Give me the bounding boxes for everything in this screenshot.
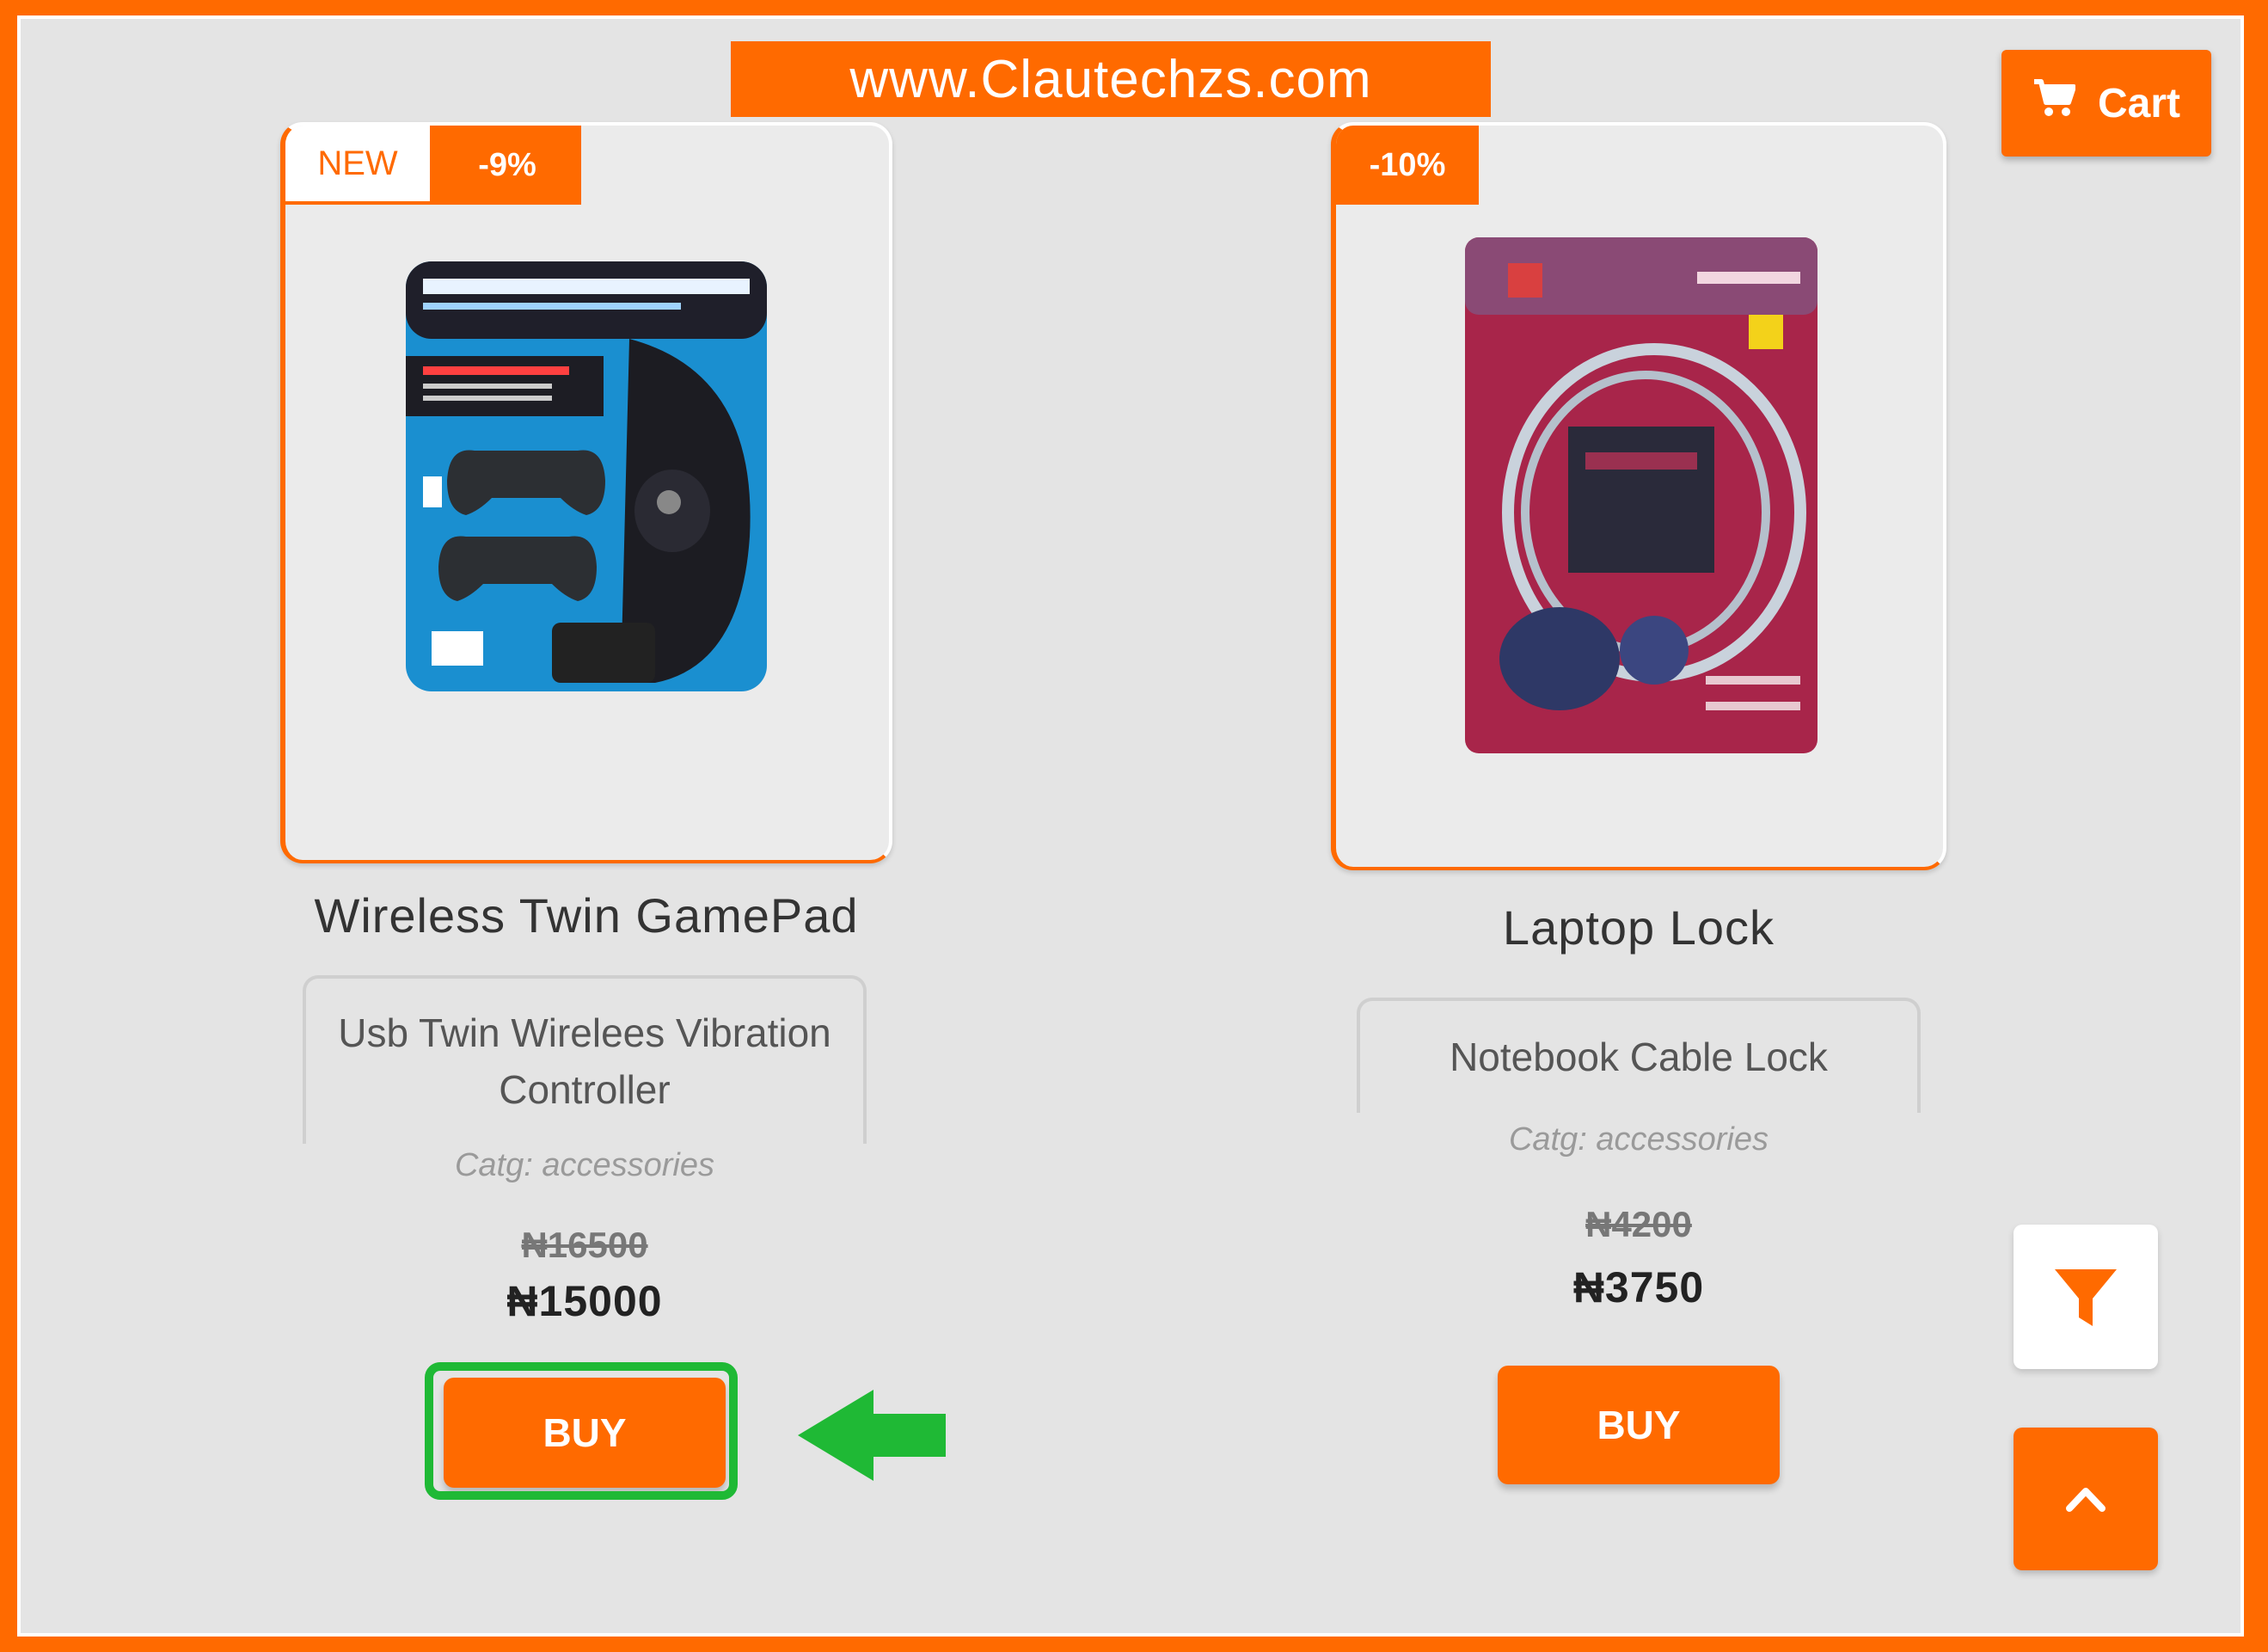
product-badges: -10% <box>1336 126 1479 205</box>
product-title[interactable]: Wireless Twin GamePad <box>199 887 973 943</box>
cart-icon <box>2032 78 2076 128</box>
original-price: ₦4200 <box>1585 1204 1692 1244</box>
sale-price: ₦15000 <box>506 1277 663 1325</box>
product-description-text: Notebook Cable Lock <box>1450 1035 1828 1079</box>
filter-button[interactable] <box>2014 1225 2158 1369</box>
original-price: ₦16500 <box>521 1225 648 1265</box>
cart-button[interactable]: Cart <box>2001 50 2211 157</box>
product-badges: NEW -9% <box>285 126 581 205</box>
scroll-top-button[interactable] <box>2014 1428 2158 1570</box>
buy-button[interactable]: BUY <box>1498 1366 1780 1484</box>
discount-badge: -10% <box>1336 126 1479 205</box>
discount-badge: -9% <box>433 126 581 205</box>
product-title[interactable]: Laptop Lock <box>1252 900 2026 955</box>
site-banner: www.Clautechzs.com <box>731 41 1491 117</box>
product-description-text: Usb Twin Wirelees Vibration Controller <box>338 1010 831 1112</box>
arrow-left-icon <box>798 1390 946 1481</box>
laptop-lock-product-image <box>1465 237 1817 753</box>
product-category: Catg: accessories <box>1508 1121 1768 1158</box>
product-category: Catg: accessories <box>454 1147 714 1183</box>
cart-label: Cart <box>2097 80 2181 126</box>
sale-price: ₦3750 <box>1572 1263 1705 1311</box>
gamepad-product-image <box>406 261 767 691</box>
chevron-up-icon <box>2066 1488 2106 1512</box>
product-description: Notebook Cable Lock <box>1357 998 1921 1113</box>
highlight-box <box>425 1362 738 1500</box>
filter-icon <box>2055 1269 2117 1326</box>
product-card-gamepad[interactable]: NEW -9% <box>280 122 892 863</box>
site-banner-text: www.Clautechzs.com <box>849 49 1372 109</box>
new-badge: NEW <box>285 126 433 205</box>
product-card-laptop-lock[interactable]: -10% <box>1331 122 1946 870</box>
product-description: Usb Twin Wirelees Vibration Controller <box>303 975 867 1144</box>
